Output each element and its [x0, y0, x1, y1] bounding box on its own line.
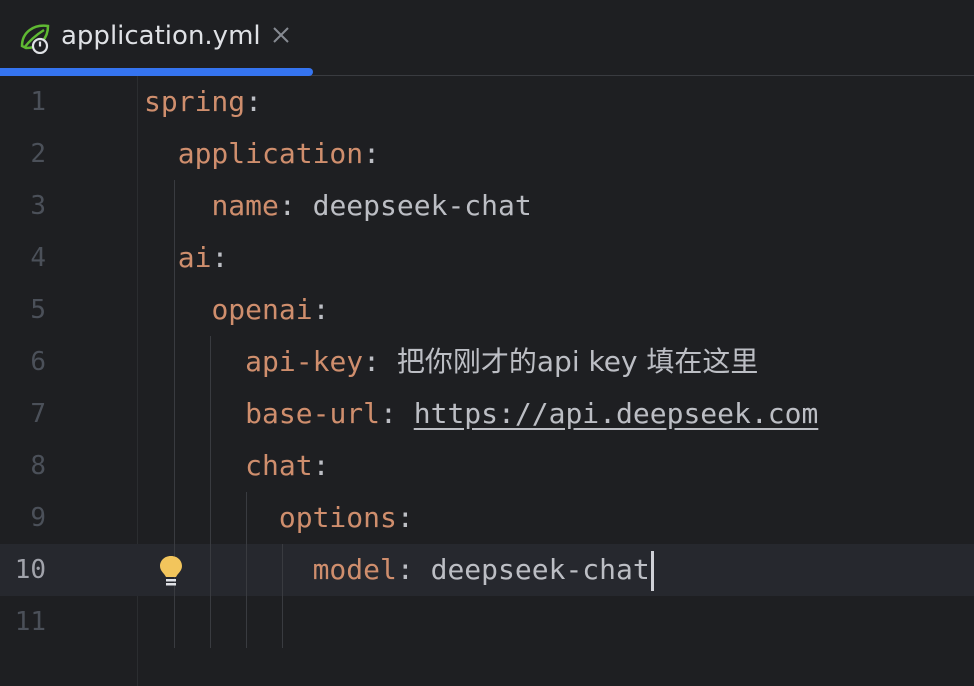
code-text[interactable]: name: deepseek-chat [144, 180, 532, 232]
line-number: 2 [30, 139, 46, 169]
code-line[interactable]: 4 ai: [0, 232, 974, 284]
line-number: 6 [30, 347, 46, 377]
close-icon[interactable] [268, 22, 294, 48]
code-text[interactable]: openai: [144, 284, 329, 336]
indent-guide [210, 336, 211, 648]
code-text[interactable]: options: [144, 492, 414, 544]
yaml-value: deepseek-chat [430, 553, 650, 586]
yaml-key: application [177, 137, 364, 170]
code-line[interactable]: 1 spring: [0, 76, 974, 128]
code-line[interactable]: 3 name: deepseek-chat [0, 180, 974, 232]
code-line[interactable]: 9 options: [0, 492, 974, 544]
indent-guide [282, 544, 283, 648]
code-text[interactable]: model: deepseek-chat [144, 544, 654, 596]
active-tab-indicator [0, 68, 313, 76]
yaml-colon: : [278, 189, 313, 222]
tab-application-yml[interactable]: application.yml [0, 0, 313, 76]
line-number: 7 [30, 399, 46, 429]
editor-tab-bar: application.yml [0, 0, 974, 76]
indent-guide [246, 492, 247, 648]
line-number: 1 [30, 87, 46, 117]
yaml-colon: : [211, 241, 229, 274]
yaml-colon: : [312, 449, 330, 482]
code-line[interactable]: 5 openai: [0, 284, 974, 336]
line-number: 3 [30, 191, 46, 221]
code-text[interactable]: api-key: 把你刚才的api key 填在这里 [144, 336, 758, 388]
line-number: 11 [14, 607, 46, 637]
yaml-key: model [312, 553, 397, 586]
yaml-key: options [278, 501, 397, 534]
code-text[interactable]: spring: [144, 76, 262, 128]
code-text[interactable]: application: [144, 128, 380, 180]
lightbulb-icon[interactable] [158, 554, 184, 588]
line-number: 9 [30, 503, 46, 533]
code-line[interactable]: 10 model: deepseek-chat [0, 544, 974, 596]
yaml-colon: : [380, 397, 414, 430]
text-caret [650, 551, 654, 591]
spring-leaf-icon [20, 24, 50, 54]
yaml-key: chat [245, 449, 313, 482]
yaml-key: openai [211, 293, 313, 326]
yaml-key: spring [144, 85, 246, 118]
line-number: 4 [30, 243, 46, 273]
yaml-colon: : [363, 345, 397, 378]
code-line[interactable]: 2 application: [0, 128, 974, 180]
code-text[interactable]: base-url: https://api.deepseek.com [144, 388, 818, 440]
yaml-colon: : [245, 85, 263, 118]
yaml-value: 把你刚才的api key 填在这里 [396, 345, 759, 378]
yaml-colon: : [396, 501, 414, 534]
yaml-key: name [211, 189, 279, 222]
code-text[interactable]: ai: [144, 232, 229, 284]
code-line[interactable]: 8 chat: [0, 440, 974, 492]
yaml-colon: : [363, 137, 381, 170]
line-number: 8 [30, 451, 46, 481]
yaml-colon: : [312, 293, 330, 326]
line-number: 10 [14, 555, 46, 585]
yaml-colon: : [396, 553, 431, 586]
code-line[interactable]: 7 base-url: https://api.deepseek.com [0, 388, 974, 440]
url-link[interactable]: https://api.deepseek.com [414, 397, 819, 430]
tab-filename: application.yml [61, 21, 261, 51]
yaml-key: api-key [245, 345, 364, 378]
code-line[interactable]: 6 api-key: 把你刚才的api key 填在这里 [0, 336, 974, 388]
code-text[interactable]: chat: [144, 440, 329, 492]
yaml-key: base-url [245, 397, 381, 430]
yaml-key: ai [177, 241, 212, 274]
line-number: 5 [30, 295, 46, 325]
code-line[interactable]: 11 [0, 596, 974, 648]
code-editor[interactable]: 1 spring: 2 application: 3 name: deepseek-c… [0, 76, 974, 686]
yaml-value: deepseek-chat [312, 189, 532, 222]
